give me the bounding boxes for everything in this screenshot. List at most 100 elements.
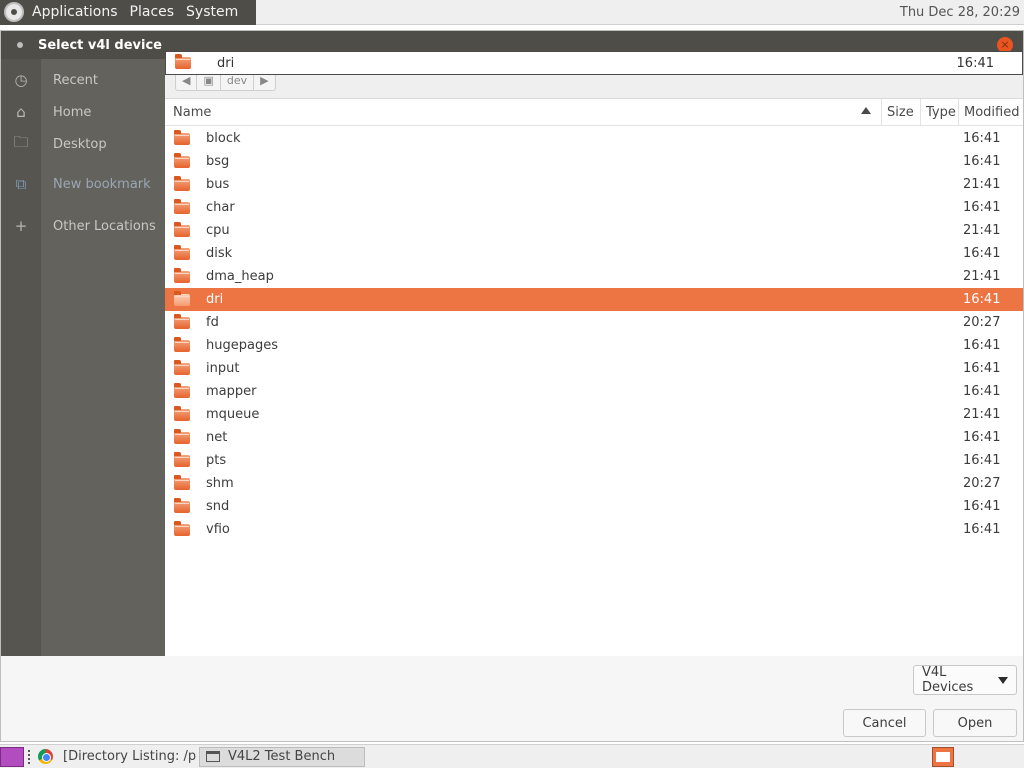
location-suggestion[interactable]: dri 16:41 — [165, 51, 1023, 75]
file-modified: 16:41 — [963, 453, 1001, 468]
column-name-label: Name — [173, 104, 212, 120]
top-panel: Applications Places System Thu Dec 28, 2… — [0, 0, 1024, 25]
file-row[interactable]: vfio 16:41 — [165, 518, 1023, 541]
folder-icon: 🗀 — [13, 132, 29, 151]
file-modified: 16:41 — [963, 361, 1001, 376]
file-modified: 16:41 — [963, 522, 1001, 537]
folder-icon — [174, 175, 190, 191]
folder-icon — [174, 313, 190, 329]
file-name: bsg — [206, 154, 230, 169]
column-header: Name Size Type Modified — [165, 98, 1023, 126]
file-row[interactable]: net 16:41 — [165, 426, 1023, 449]
file-name: bus — [206, 177, 230, 192]
column-size[interactable]: Size — [882, 98, 921, 126]
file-row[interactable]: fd 20:27 — [165, 311, 1023, 334]
column-name[interactable]: Name — [165, 98, 882, 126]
suggestion-time: 16:41 — [956, 55, 994, 71]
column-type[interactable]: Type — [921, 98, 959, 126]
taskbar: [Directory Listing: /p... V4L2 Test Benc… — [0, 744, 1024, 768]
chrome-icon[interactable] — [38, 749, 53, 764]
file-modified: 16:41 — [963, 154, 1001, 169]
file-row[interactable]: char 16:41 — [165, 196, 1023, 219]
suggestion-name: dri — [217, 55, 235, 71]
sort-ascending-icon — [861, 106, 871, 114]
file-row[interactable]: input 16:41 — [165, 357, 1023, 380]
file-name: hugepages — [206, 338, 278, 353]
filter-value: V4L Devices — [922, 665, 974, 695]
folder-icon — [174, 520, 190, 536]
file-name: dma_heap — [206, 269, 274, 284]
folder-icon — [174, 359, 190, 375]
sidebar-item-desktop[interactable]: 🗀 Desktop — [1, 129, 165, 159]
menu-system[interactable]: System — [186, 4, 238, 20]
sidebar-item-label: New bookmark — [53, 176, 151, 192]
path-bar: ◀ ▣ dev ▶ dri 16:41 — [165, 51, 1023, 99]
taskbar-item-directory-listing[interactable]: [Directory Listing: /p... — [57, 747, 197, 767]
file-modified: 21:41 — [963, 269, 1001, 284]
file-name: disk — [206, 246, 233, 261]
file-name: snd — [206, 499, 230, 514]
window-list-icon[interactable] — [932, 746, 954, 767]
taskbar-item-v4l2-test-bench[interactable]: V4L2 Test Bench — [199, 746, 365, 767]
sidebar-item-new-bookmark[interactable]: ⧉ New bookmark — [1, 169, 165, 199]
file-row[interactable]: disk 16:41 — [165, 242, 1023, 265]
cancel-button[interactable]: Cancel — [843, 709, 926, 737]
folder-icon — [174, 152, 190, 168]
file-row[interactable]: bus 21:41 — [165, 173, 1023, 196]
file-chooser-dialog: Select v4l device × ◷ Recent ⌂ Home 🗀 De… — [0, 30, 1024, 742]
file-modified: 16:41 — [963, 292, 1001, 307]
file-modified: 16:41 — [963, 200, 1001, 215]
clock-icon: ◷ — [14, 71, 28, 89]
folder-icon — [174, 244, 190, 260]
folder-icon — [174, 428, 190, 444]
dialog-title: Select v4l device — [38, 37, 162, 53]
file-row[interactable]: snd 16:41 — [165, 495, 1023, 518]
folder-icon — [174, 129, 190, 145]
chevron-down-icon — [998, 676, 1008, 684]
file-row[interactable]: bsg 16:41 — [165, 150, 1023, 173]
file-name: dri — [206, 292, 224, 307]
column-modified[interactable]: Modified — [959, 99, 1023, 126]
file-row[interactable]: pts 16:41 — [165, 449, 1023, 472]
sidebar-item-home[interactable]: ⌂ Home — [1, 97, 165, 127]
file-name: cpu — [206, 223, 230, 238]
file-row[interactable]: cpu 21:41 — [165, 219, 1023, 242]
file-row[interactable]: shm 20:27 — [165, 472, 1023, 495]
sidebar-item-other-locations[interactable]: + Other Locations — [1, 211, 165, 241]
window-menu-icon[interactable] — [17, 42, 23, 48]
file-row[interactable]: hugepages 16:41 — [165, 334, 1023, 357]
menu-applications[interactable]: Applications — [32, 4, 118, 20]
file-row[interactable]: block 16:41 — [165, 127, 1023, 150]
file-row[interactable]: dma_heap 21:41 — [165, 265, 1023, 288]
ubuntu-logo-icon[interactable] — [4, 2, 24, 22]
file-name: vfio — [206, 522, 230, 537]
file-type-filter[interactable]: V4L Devices — [913, 665, 1017, 695]
taskbar-item-label: V4L2 Test Bench — [228, 749, 336, 764]
plus-icon: + — [14, 217, 28, 235]
window-icon — [206, 751, 220, 762]
file-name: pts — [206, 453, 227, 468]
open-button[interactable]: Open — [933, 709, 1017, 737]
file-row[interactable]: mapper 16:41 — [165, 380, 1023, 403]
clock[interactable]: Thu Dec 28, 20:29 — [900, 5, 1020, 20]
sidebar-item-label: Recent — [53, 72, 98, 88]
sidebar-item-label: Other Locations — [53, 218, 156, 234]
file-modified: 16:41 — [963, 131, 1001, 146]
sidebar-item-label: Desktop — [53, 136, 107, 152]
sidebar-item-recent[interactable]: ◷ Recent — [1, 65, 165, 95]
folder-icon — [174, 497, 190, 513]
panel-grip[interactable] — [28, 749, 32, 764]
folder-icon — [174, 290, 190, 306]
file-browser: ◀ ▣ dev ▶ dri 16:41 Name Size Type Modif… — [165, 51, 1023, 656]
show-desktop-icon[interactable] — [0, 746, 24, 767]
folder-icon — [174, 336, 190, 352]
menu-places[interactable]: Places — [130, 4, 175, 20]
file-modified: 16:41 — [963, 499, 1001, 514]
file-name: input — [206, 361, 240, 376]
file-name: fd — [206, 315, 219, 330]
file-row[interactable]: mqueue 21:41 — [165, 403, 1023, 426]
file-modified: 21:41 — [963, 223, 1001, 238]
file-name: mqueue — [206, 407, 260, 422]
file-modified: 16:41 — [963, 384, 1001, 399]
file-row[interactable]: dri 16:41 — [165, 288, 1023, 311]
